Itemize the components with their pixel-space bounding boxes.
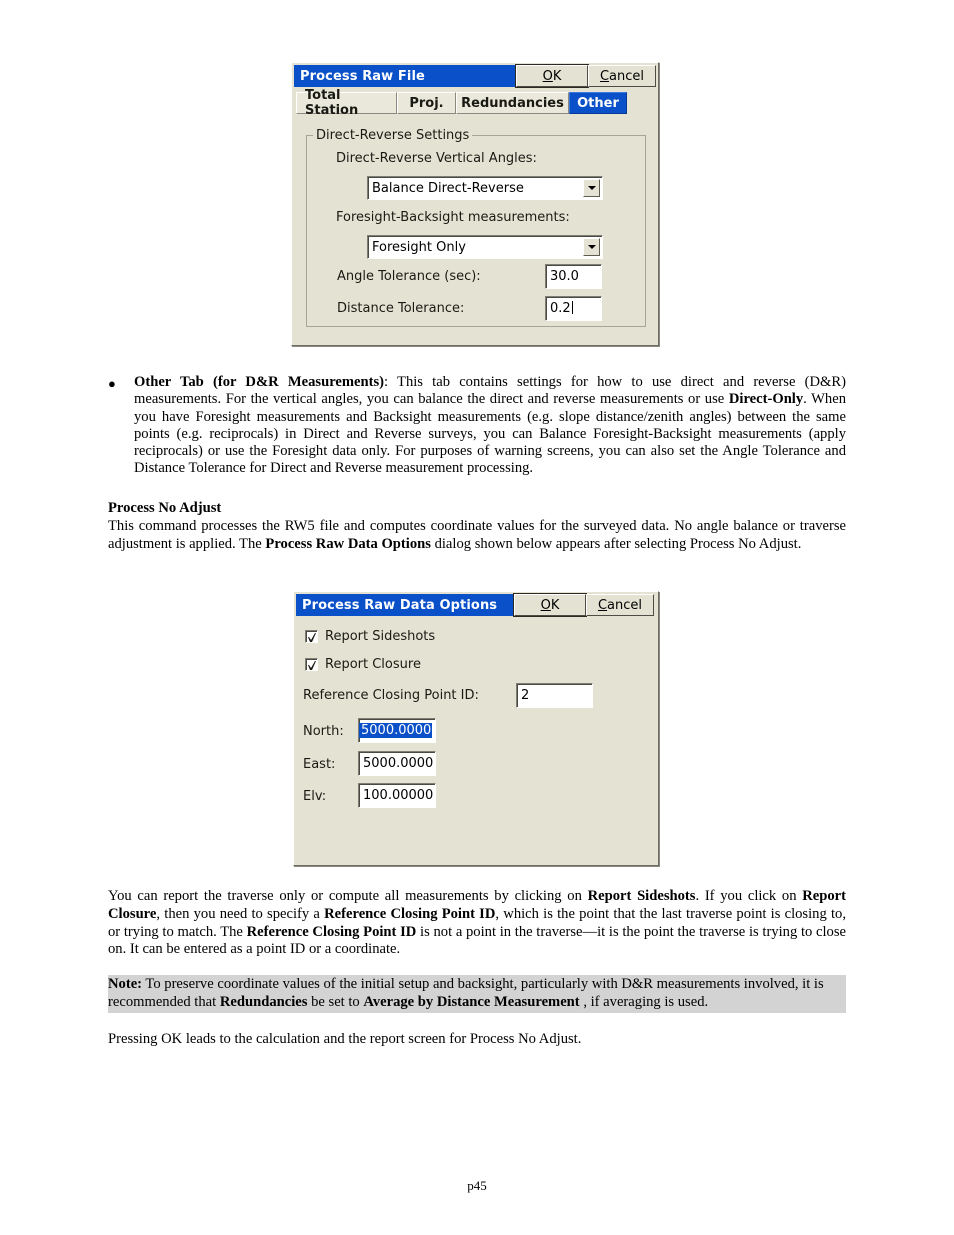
other-tab-bullet: ● Other Tab (for D&R Measurements): This…	[108, 374, 846, 478]
tab-total-station[interactable]: Total Station	[296, 88, 397, 118]
dialog-titlebar: Process Raw Data Options OK Cancel	[296, 593, 656, 617]
direct-reverse-settings-group-label: Direct-Reverse Settings	[313, 128, 473, 143]
foresight-backsight-combobox[interactable]: Foresight Only	[367, 235, 603, 259]
distance-tolerance-value: 0.2	[546, 301, 573, 316]
ok-button-mnemonic: O	[540, 597, 551, 613]
page-footer: p45	[467, 1178, 487, 1193]
vertical-angles-combobox[interactable]: Balance Direct-Reverse	[367, 176, 603, 200]
ok-button[interactable]: OK	[515, 64, 589, 88]
east-value: 5000.0000	[363, 756, 434, 771]
foresight-backsight-value: Foresight Only	[372, 239, 466, 255]
cancel-button[interactable]: Cancel	[586, 594, 654, 616]
distance-tolerance-label: Distance Tolerance:	[337, 301, 465, 316]
report-para-3: . If you click on	[695, 888, 803, 904]
reference-closing-point-value: 2	[521, 688, 530, 703]
tab-redundancies-label: Redundancies	[461, 95, 564, 111]
distance-tolerance-input[interactable]: 0.2	[545, 296, 602, 321]
dialog-title: Process Raw File	[294, 65, 516, 87]
redundancies-bold: Redundancies	[219, 993, 308, 1010]
other-tab-bullet-text: Other Tab (for D&R Measurements): This t…	[134, 374, 846, 478]
process-no-adjust-heading: Process No Adjust	[108, 500, 222, 516]
tab-proj-label: Proj.	[409, 95, 444, 111]
foresight-backsight-label: Foresight-Backsight measurements:	[336, 210, 570, 225]
cancel-button-mnemonic: C	[599, 68, 610, 84]
process-raw-file-dialog: Process Raw File OK Cancel Total Station…	[291, 62, 659, 346]
north-value: 5000.0000	[359, 723, 433, 738]
tab-proj[interactable]: Proj.	[397, 92, 456, 114]
cancel-button-label: ancel	[607, 597, 643, 613]
angle-tolerance-value: 30.0	[550, 269, 579, 284]
other-tab-bullet-lead: Other Tab (for D&R Measurements)	[134, 374, 385, 390]
reference-closing-point-input[interactable]: 2	[516, 683, 593, 708]
note-text-5: , if averaging is used.	[579, 993, 709, 1010]
report-closure-checkbox[interactable]	[305, 658, 318, 671]
note-label: Note:	[108, 976, 143, 992]
cancel-button-label: ancel	[609, 68, 645, 84]
chevron-down-icon[interactable]	[583, 238, 600, 256]
average-by-distance-measurement-bold: Average by Distance Measurement	[363, 993, 580, 1010]
tab-bar: Total Station Proj. Redundancies Other	[296, 88, 627, 118]
report-sideshots-bold: Report Sideshots	[587, 888, 696, 904]
report-closure-label: Report Closure	[325, 657, 421, 672]
tab-redundancies[interactable]: Redundancies	[456, 92, 569, 114]
angle-tolerance-input[interactable]: 30.0	[545, 264, 602, 289]
report-sideshots-checkbox[interactable]	[305, 630, 318, 643]
north-input[interactable]: 5000.0000	[358, 718, 436, 743]
ok-button[interactable]: OK	[513, 593, 587, 617]
process-no-adjust-paragraph: This command processes the RW5 file and …	[108, 518, 846, 554]
checkmark-icon	[308, 633, 316, 642]
report-paragraph: You can report the traverse only or comp…	[108, 888, 846, 959]
report-para-1: You can report the traverse only or comp…	[108, 888, 588, 904]
elv-label: Elv:	[303, 789, 327, 804]
report-sideshots-label: Report Sideshots	[325, 629, 436, 644]
process-no-adjust-text-3: dialog shown below appears after selecti…	[430, 535, 802, 552]
note-text-3: be set to	[307, 993, 364, 1010]
east-input[interactable]: 5000.0000	[358, 751, 436, 776]
north-label: North:	[303, 724, 344, 739]
chevron-down-icon[interactable]	[583, 179, 600, 197]
cancel-button[interactable]: Cancel	[588, 65, 656, 87]
ok-button-mnemonic: O	[542, 68, 553, 84]
note-callout: Note: To preserve coordinate values of t…	[108, 975, 846, 1013]
cancel-button-mnemonic: C	[597, 597, 608, 613]
vertical-angles-value: Balance Direct-Reverse	[372, 180, 524, 196]
closing-paragraph: Pressing OK leads to the calculation and…	[108, 1031, 582, 1047]
reference-closing-point-bold-1: Reference Closing Point ID	[324, 905, 496, 922]
tab-other-label: Other	[577, 95, 619, 111]
direct-only-bold: Direct-Only	[728, 391, 804, 408]
tab-other[interactable]: Other	[569, 92, 627, 114]
east-label: East:	[303, 757, 336, 772]
tab-total-station-label: Total Station	[305, 88, 359, 118]
elv-input[interactable]: 100.00000	[358, 783, 436, 808]
report-para-5: , then you need to specify a	[156, 905, 325, 922]
bullet-icon: ●	[108, 376, 116, 391]
process-raw-data-options-dialog: Process Raw Data Options OK Cancel Repor…	[293, 591, 659, 866]
vertical-angles-label: Direct-Reverse Vertical Angles:	[336, 151, 537, 166]
angle-tolerance-label: Angle Tolerance (sec):	[337, 269, 481, 284]
process-no-adjust-section: Process No Adjust This command processes…	[108, 500, 846, 553]
report-closure-row[interactable]: Report Closure	[305, 657, 421, 672]
checkmark-icon	[308, 661, 316, 670]
reference-closing-point-label: Reference Closing Point ID:	[303, 688, 479, 703]
elv-value: 100.00000	[363, 788, 434, 803]
dialog-titlebar: Process Raw File OK Cancel	[294, 64, 656, 88]
report-sideshots-row[interactable]: Report Sideshots	[305, 629, 435, 644]
reference-closing-point-bold-2: Reference Closing Point ID	[246, 923, 417, 940]
ok-button-label: K	[550, 597, 560, 613]
process-raw-data-options-bold: Process Raw Data Options	[265, 535, 431, 552]
ok-button-label: K	[552, 68, 562, 84]
dialog-title: Process Raw Data Options	[296, 594, 514, 616]
